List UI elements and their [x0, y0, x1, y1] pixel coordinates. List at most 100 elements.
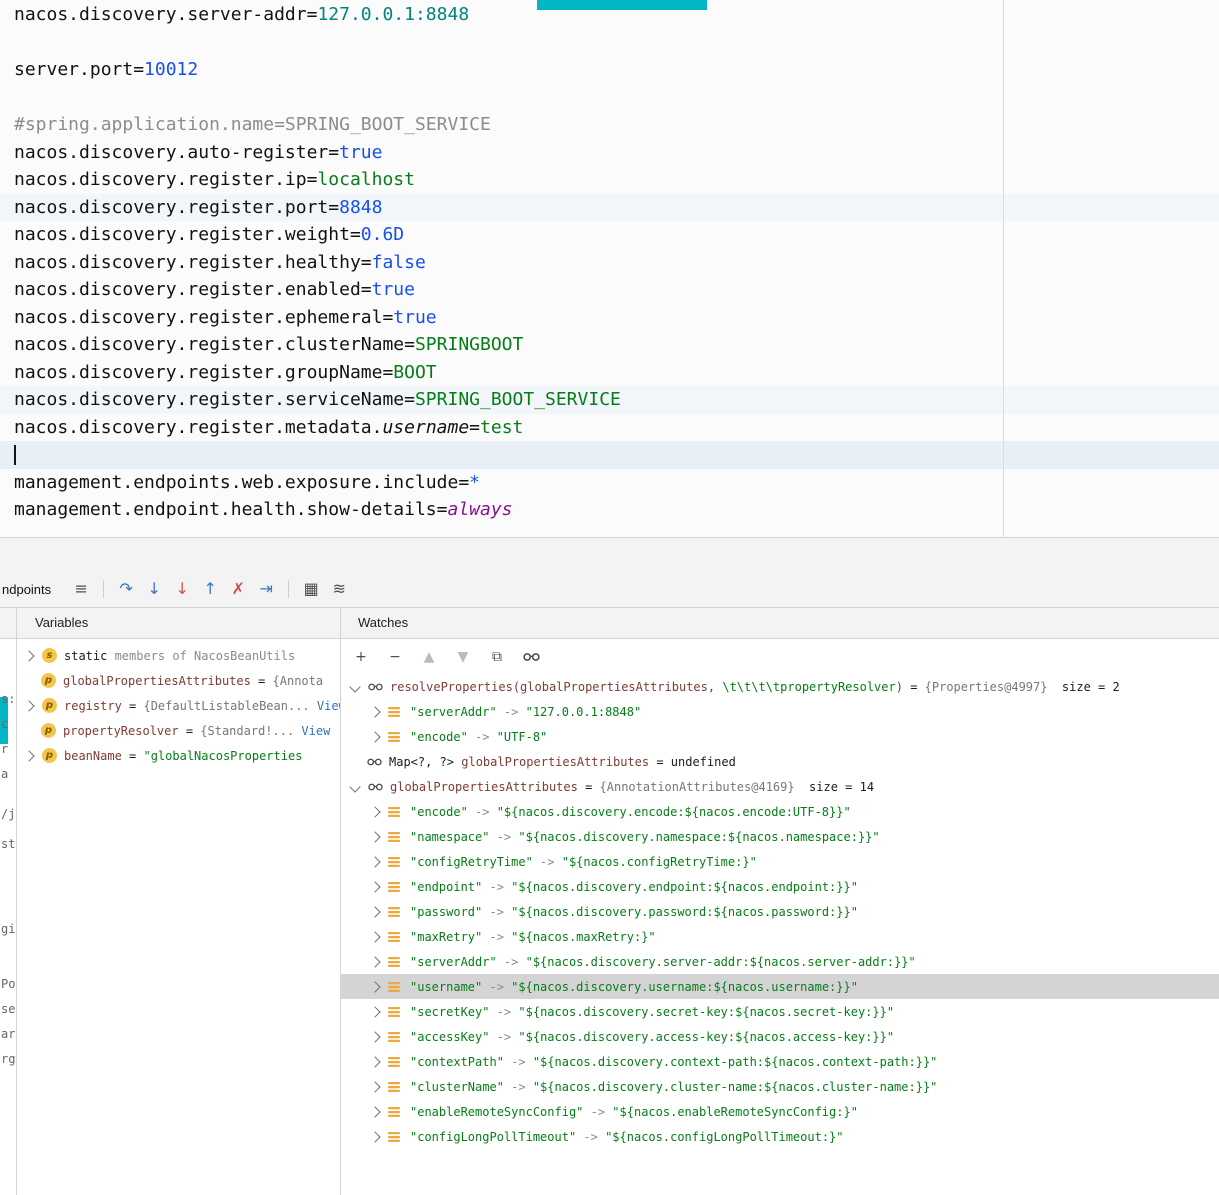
chevron-right-icon[interactable]	[369, 730, 381, 743]
code-line[interactable]: nacos.discovery.auto-register=true	[0, 139, 1219, 167]
code-line[interactable]: nacos.discovery.register.groupName=BOOT	[0, 359, 1219, 387]
toolbar-separator	[288, 580, 290, 598]
chevron-right-icon[interactable]	[23, 699, 35, 712]
chevron-right-icon[interactable]	[369, 930, 381, 943]
step-into-icon[interactable]: ↓	[140, 578, 168, 600]
watch-row[interactable]: "endpoint" -> "${nacos.discovery.endpoin…	[341, 874, 1219, 899]
text-segment: server.port=	[14, 59, 145, 80]
text-segment: ->	[503, 1054, 533, 1069]
code-line[interactable]: management.endpoints.web.exposure.includ…	[0, 469, 1219, 497]
variable-row[interactable]: p propertyResolver = {Standard!... View	[17, 718, 340, 743]
run-to-cursor-icon[interactable]: ⇥	[252, 578, 280, 600]
chevron-right-icon[interactable]	[369, 855, 381, 868]
text-segment: nacos.discovery.register.clusterName=	[14, 334, 415, 355]
show-watches-in-variables-icon[interactable]	[519, 652, 543, 662]
code-line[interactable]: nacos.discovery.register.serviceName=SPR…	[0, 386, 1219, 414]
watch-row[interactable]: "encode" -> "UTF-8"	[341, 724, 1219, 749]
watch-row[interactable]: "accessKey" -> "${nacos.discovery.access…	[341, 1024, 1219, 1049]
code-line[interactable]: nacos.discovery.register.ip=localhost	[0, 166, 1219, 194]
chevron-right-icon[interactable]	[23, 649, 35, 662]
chevron-right-icon[interactable]	[369, 1105, 381, 1118]
map-entry-icon	[388, 1031, 403, 1043]
tab-endpoints[interactable]: ndpoints	[2, 582, 51, 597]
map-entry-icon	[388, 1006, 403, 1018]
chevron-right-icon[interactable]	[369, 1030, 381, 1043]
chevron-right-icon[interactable]	[369, 1080, 381, 1093]
chevron-right-icon[interactable]	[23, 749, 35, 762]
watch-row[interactable]: "serverAddr" -> "127.0.0.1:8848"	[341, 699, 1219, 724]
text-segment: nacos.discovery.register.weight=	[14, 224, 361, 245]
watch-row[interactable]: Map<?, ?> globalPropertiesAttributes = u…	[341, 749, 1219, 774]
variable-row[interactable]: p registry = {DefaultListableBean... View	[17, 693, 340, 718]
watch-row[interactable]: "configLongPollTimeout" -> "${nacos.conf…	[341, 1124, 1219, 1149]
step-out-icon[interactable]: ↑	[196, 578, 224, 600]
chevron-right-icon[interactable]	[369, 905, 381, 918]
chevron-down-icon[interactable]	[349, 680, 361, 693]
watch-row[interactable]: "encode" -> "${nacos.discovery.encode:${…	[341, 799, 1219, 824]
chevron-right-icon[interactable]	[369, 1130, 381, 1143]
remove-watch-icon[interactable]: −	[383, 649, 407, 665]
text-segment: "clusterName"	[410, 1079, 504, 1094]
watch-row[interactable]: "serverAddr" -> "${nacos.discovery.serve…	[341, 949, 1219, 974]
map-entry-icon	[388, 1056, 403, 1068]
drop-frame-icon[interactable]: ✗	[224, 578, 252, 600]
code-line[interactable]: nacos.discovery.register.port=8848	[0, 193, 1219, 221]
chevron-right-icon[interactable]	[369, 880, 381, 893]
watch-row[interactable]: globalPropertiesAttributes = {Annotation…	[341, 774, 1219, 799]
code-line[interactable]: nacos.discovery.register.healthy=false	[0, 249, 1219, 277]
map-entry-icon	[388, 1131, 403, 1143]
watch-row[interactable]: "username" -> "${nacos.discovery.usernam…	[341, 974, 1219, 999]
code-line[interactable]: nacos.discovery.register.ephemeral=true	[0, 304, 1219, 332]
map-entry-icon	[388, 881, 403, 893]
text-segment: "${nacos.configLongPollTimeout:}"	[605, 1129, 844, 1144]
watch-row[interactable]: "maxRetry" -> "${nacos.maxRetry:}"	[341, 924, 1219, 949]
watches-tree: resolveProperties(globalPropertiesAttrib…	[341, 674, 1219, 1149]
watch-row[interactable]: "password" -> "${nacos.discovery.passwor…	[341, 899, 1219, 924]
text-segment: ->	[489, 829, 519, 844]
variable-row[interactable]: p globalPropertiesAttributes = {Annota	[17, 668, 340, 693]
code-line[interactable]: nacos.discovery.register.metadata.userna…	[0, 414, 1219, 442]
clipped-text-fragment: st	[1, 837, 16, 851]
variable-row[interactable]: p beanName = "globalNacosProperties	[17, 743, 340, 768]
step-over-icon[interactable]: ↷	[112, 578, 140, 600]
code-line[interactable]	[0, 441, 1219, 469]
code-line[interactable]: #spring.application.name=SPRING_BOOT_SER…	[0, 111, 1219, 139]
text-segment: ->	[583, 1104, 613, 1119]
chevron-right-icon[interactable]	[369, 830, 381, 843]
evaluate-expression-icon[interactable]: ▦	[297, 578, 325, 600]
chevron-right-icon[interactable]	[369, 980, 381, 993]
watch-row[interactable]: "contextPath" -> "${nacos.discovery.cont…	[341, 1049, 1219, 1074]
variable-row[interactable]: s static members of NacosBeanUtils	[17, 643, 340, 668]
menu-icon[interactable]: ≡	[67, 578, 95, 600]
chevron-right-icon[interactable]	[369, 1005, 381, 1018]
watch-row[interactable]: resolveProperties(globalPropertiesAttrib…	[341, 674, 1219, 699]
chevron-right-icon[interactable]	[369, 705, 381, 718]
code-line[interactable]: management.endpoint.health.show-details=…	[0, 496, 1219, 524]
duplicate-watch-icon[interactable]: ⧉	[485, 649, 509, 665]
watch-row[interactable]: "namespace" -> "${nacos.discovery.namesp…	[341, 824, 1219, 849]
code-line[interactable]: server.port=10012	[0, 56, 1219, 84]
code-line[interactable]: nacos.discovery.register.clusterName=SPR…	[0, 331, 1219, 359]
move-watch-up-icon[interactable]: ▲	[417, 649, 441, 665]
text-segment: "maxRetry"	[410, 929, 483, 944]
chevron-right-icon[interactable]	[369, 1055, 381, 1068]
text-caret	[14, 445, 16, 465]
watch-row[interactable]: "enableRemoteSyncConfig" -> "${nacos.ena…	[341, 1099, 1219, 1124]
view-options-icon[interactable]: ≋	[325, 578, 353, 600]
add-watch-icon[interactable]: +	[349, 649, 373, 665]
code-line[interactable]: nacos.discovery.register.weight=0.6D	[0, 221, 1219, 249]
chevron-right-icon[interactable]	[369, 805, 381, 818]
code-line[interactable]: nacos.discovery.register.enabled=true	[0, 276, 1219, 304]
force-step-into-icon[interactable]: ↓	[168, 578, 196, 600]
parameter-icon: p	[42, 698, 57, 713]
watch-row[interactable]: "clusterName" -> "${nacos.discovery.clus…	[341, 1074, 1219, 1099]
chevron-down-icon[interactable]	[349, 780, 361, 793]
watch-row[interactable]: "secretKey" -> "${nacos.discovery.secret…	[341, 999, 1219, 1024]
watch-row[interactable]: "configRetryTime" -> "${nacos.configRetr…	[341, 849, 1219, 874]
code-line[interactable]	[0, 84, 1219, 112]
clipped-text-fragment: c	[1, 717, 9, 731]
chevron-right-icon[interactable]	[369, 955, 381, 968]
properties-editor[interactable]: nacos.discovery.server-addr=127.0.0.1:88…	[0, 0, 1219, 538]
code-line[interactable]	[0, 29, 1219, 57]
move-watch-down-icon[interactable]: ▼	[451, 649, 475, 665]
